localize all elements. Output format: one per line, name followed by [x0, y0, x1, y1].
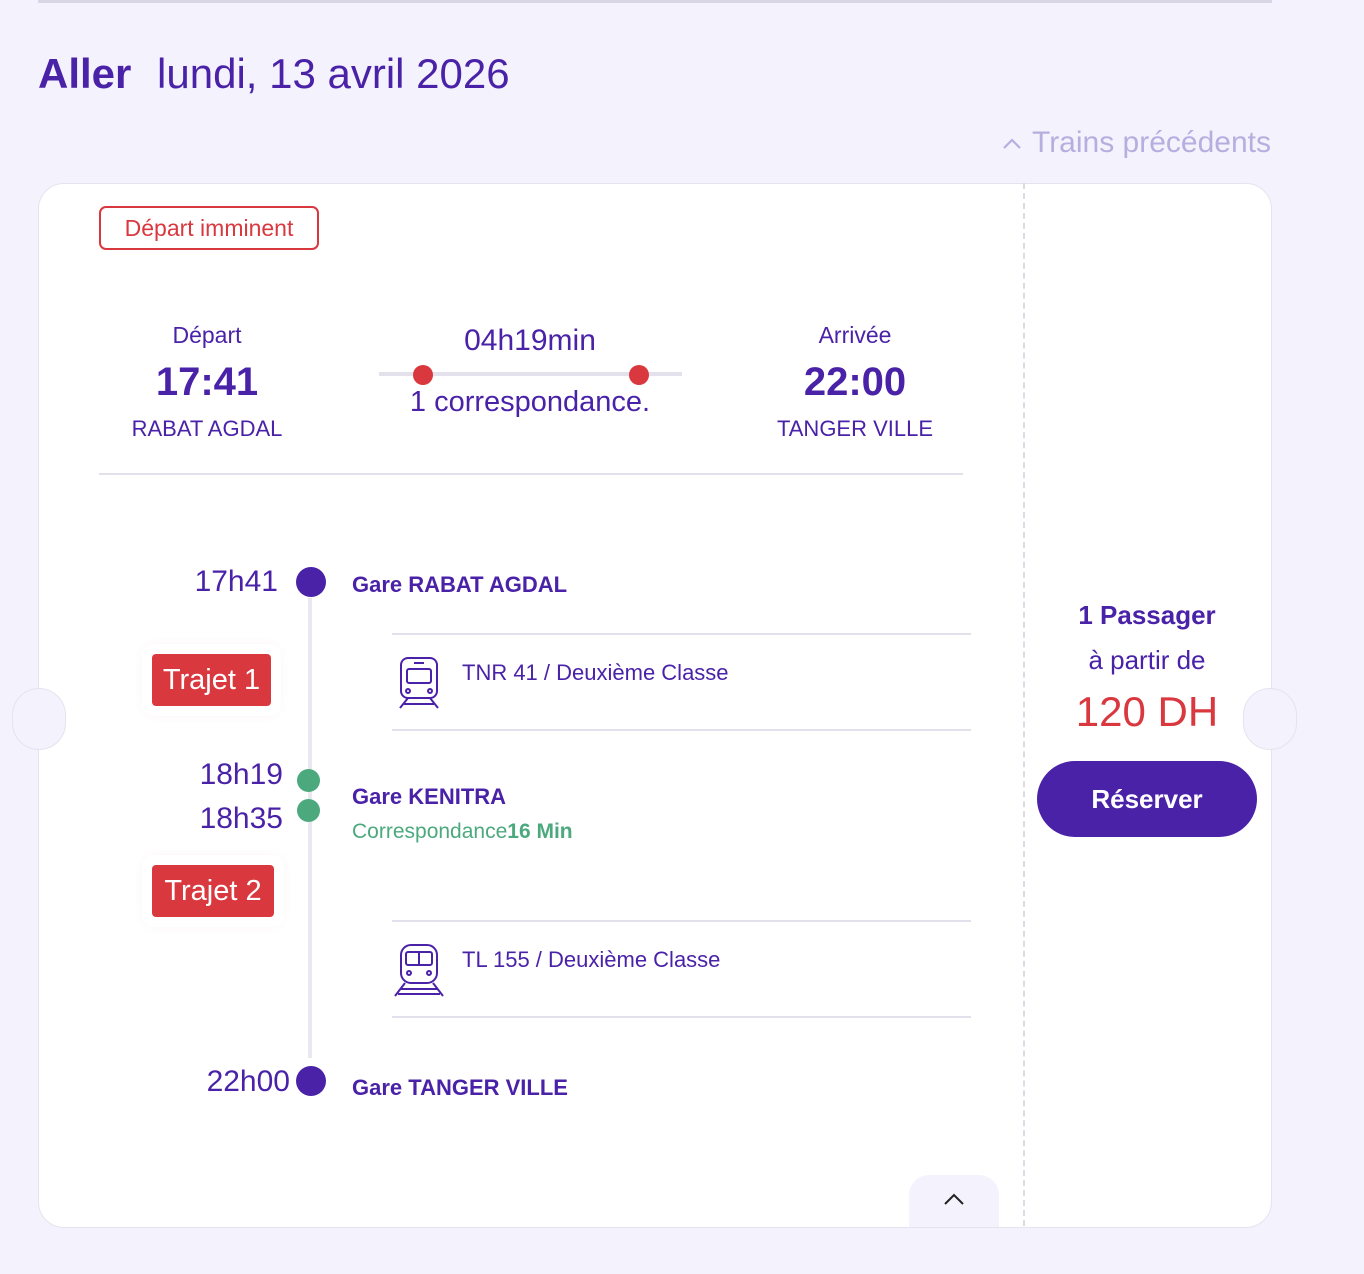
direction-label: Aller: [38, 50, 132, 97]
departure-label: Départ: [172, 322, 242, 348]
stop2-arrival-time: 18h19: [199, 758, 283, 791]
stop3-time: 22h00: [206, 1065, 290, 1098]
stop1-time: 17h41: [194, 565, 278, 598]
route-end-dot: [629, 365, 649, 385]
train-icon: [390, 942, 448, 1003]
departure-station: RABAT AGDAL: [131, 416, 283, 441]
status-badge: Départ imminent: [99, 206, 319, 250]
travel-date: lundi, 13 avril 2026: [157, 50, 510, 97]
previous-trains-label: Trains précédents: [1031, 126, 1271, 159]
stop1-dot: [296, 567, 326, 597]
chevron-up-icon: [943, 1192, 965, 1211]
top-divider: [38, 0, 1272, 3]
passenger-count: 1 Passager: [1078, 600, 1216, 630]
connection-duration: 16 Min: [507, 820, 573, 843]
connection-info: Correspondance16 Min: [352, 820, 573, 844]
previous-trains-link[interactable]: Trains précédents: [1002, 126, 1271, 160]
stop2-station: Gare KENITRA: [352, 784, 507, 809]
route-start-dot: [413, 365, 433, 385]
arrival-label: Arrivée: [818, 322, 892, 348]
card-notch-left: [12, 688, 66, 750]
arrival-time: 22:00: [803, 360, 907, 404]
chevron-up-icon: [1002, 130, 1022, 156]
arrival-station: TANGER VILLE: [776, 416, 934, 441]
reserve-button[interactable]: Réserver: [1037, 761, 1257, 837]
price-from-label: à partir de: [1088, 645, 1206, 675]
leg2-badge: Trajet 2: [152, 865, 274, 917]
leg1-train: TNR 41 / Deuxième Classe: [462, 660, 729, 685]
summary-divider: [99, 473, 963, 475]
leg2-train: TL 155 / Deuxième Classe: [462, 947, 721, 972]
page-title: Aller lundi, 13 avril 2026: [38, 50, 510, 98]
stop2-departure-dot: [297, 799, 320, 822]
departure-time: 17:41: [155, 360, 259, 404]
leg2-top-divider: [392, 920, 971, 922]
leg1-top-divider: [392, 633, 971, 635]
connections-count: 1 correspondance.: [409, 386, 651, 418]
price: 120 DH: [1075, 688, 1219, 735]
stop1-station: Gare RABAT AGDAL: [352, 572, 568, 597]
stop2-departure-time: 18h35: [199, 802, 283, 835]
stop2-arrival-dot: [297, 769, 320, 792]
stop3-station: Gare TANGER VILLE: [352, 1075, 568, 1100]
card-dashed-divider: [1023, 183, 1025, 1226]
timeline-line: [308, 598, 312, 1058]
leg1-badge: Trajet 1: [152, 654, 271, 706]
collapse-button[interactable]: [909, 1175, 999, 1227]
train-icon: [396, 655, 442, 716]
trip-duration: 04h19min: [464, 324, 596, 357]
stop3-dot: [296, 1066, 326, 1096]
leg2-bottom-divider: [392, 1016, 971, 1018]
connection-label: Correspondance: [352, 820, 508, 843]
leg1-bottom-divider: [392, 729, 971, 731]
